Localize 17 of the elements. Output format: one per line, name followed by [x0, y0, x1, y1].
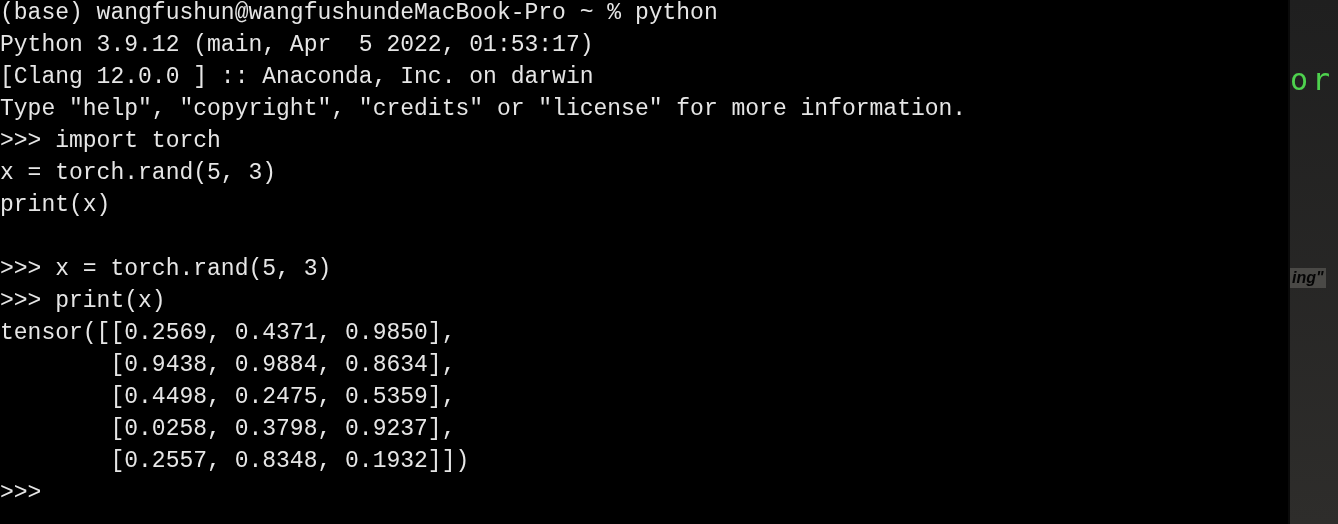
code-text: or: [1290, 62, 1335, 98]
terminal-line: tensor([[0.2569, 0.4371, 0.9850],: [0, 319, 456, 348]
terminal-line: >>> print(x): [0, 287, 166, 316]
terminal-line: >>> import torch: [0, 127, 221, 156]
terminal-line: >>> x = torch.rand(5, 3): [0, 255, 332, 284]
terminal-line: [0.9438, 0.9884, 0.8634],: [109, 351, 456, 380]
terminal-line: (base) wangfushun@wangfushundeMacBook-Pro ~ % python: [0, 0, 718, 28]
terminal-line: [0.2557, 0.8348, 0.1932]]): [109, 447, 470, 476]
terminal-line: [0.0258, 0.3798, 0.9237],: [109, 415, 456, 444]
code-text: ing": [1290, 268, 1326, 288]
terminal-line: [Clang 12.0.0 ] :: Anaconda, Inc. on darwin: [0, 63, 594, 92]
terminal-line: >>>: [0, 479, 42, 508]
terminal-line: print(x): [0, 191, 111, 220]
terminal-line: Python 3.9.12 (main, Apr 5 2022, 01:53:17): [0, 31, 594, 60]
terminal-line: Type "help", "copyright", "credits" or "license" for more information.: [0, 95, 967, 124]
terminal-line: [0.4498, 0.2475, 0.5359],: [109, 383, 456, 412]
terminal-line: x = torch.rand(5, 3): [0, 159, 277, 188]
